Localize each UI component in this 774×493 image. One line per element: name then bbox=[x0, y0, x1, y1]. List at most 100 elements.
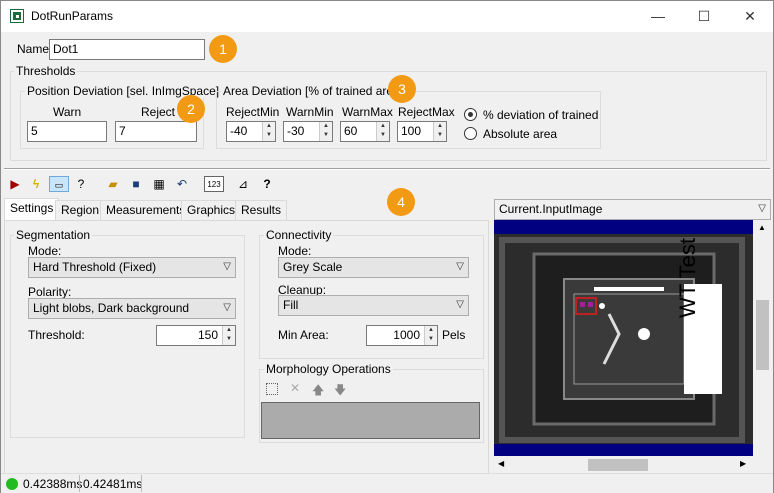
status-divider bbox=[79, 475, 80, 492]
vertical-scrollbar[interactable]: ▲ bbox=[754, 220, 771, 456]
seg-mode-select[interactable]: Hard Threshold (Fixed) ▽ bbox=[28, 257, 236, 278]
thresholds-label: Thresholds bbox=[14, 64, 78, 78]
spin-up-icon[interactable]: ▲ bbox=[263, 122, 275, 131]
arrow-up-icon[interactable]: 🡅 bbox=[312, 381, 324, 402]
status-time-1: 0.42388ms bbox=[23, 477, 83, 491]
reject-min-label: RejectMin bbox=[226, 105, 280, 119]
tab-graphics[interactable]: Graphics bbox=[181, 200, 242, 220]
copy-icon[interactable]: ▦ bbox=[151, 176, 167, 192]
radio-absolute-area-label: Absolute area bbox=[483, 127, 558, 141]
spin-buttons[interactable]: ▲ ▼ bbox=[222, 326, 235, 345]
name-input[interactable]: Dot1 bbox=[49, 39, 205, 60]
reject-min-value: -40 bbox=[230, 124, 248, 138]
window-title: DotRunParams bbox=[31, 9, 114, 23]
status-ok-icon bbox=[6, 478, 18, 490]
segmentation-label: Segmentation bbox=[14, 228, 93, 242]
arrow-down-icon[interactable]: 🡇 bbox=[334, 381, 346, 402]
image-source-select[interactable]: Current.InputImage ▽ bbox=[494, 199, 771, 220]
warn-min-label: WarnMin bbox=[286, 105, 334, 119]
tab-measurements[interactable]: Measurements bbox=[100, 200, 192, 220]
spin-up-icon[interactable]: ▲ bbox=[320, 122, 332, 131]
spin-down-icon[interactable]: ▼ bbox=[425, 335, 437, 344]
spin-buttons[interactable]: ▲ ▼ bbox=[262, 122, 275, 141]
scroll-thumb-vertical[interactable] bbox=[756, 300, 769, 370]
position-reject-input[interactable]: 7 bbox=[115, 121, 197, 142]
spin-down-icon[interactable]: ▼ bbox=[223, 335, 235, 344]
scroll-thumb-horizontal[interactable] bbox=[588, 459, 648, 471]
title-bar: DotRunParams — ☐ ✕ bbox=[1, 1, 773, 32]
close-button[interactable]: ✕ bbox=[727, 1, 773, 32]
separator bbox=[4, 168, 770, 170]
maximize-button[interactable]: ☐ bbox=[681, 1, 727, 32]
horizontal-scrollbar[interactable]: ◀ ▶ bbox=[494, 457, 753, 473]
add-operation-icon[interactable] bbox=[266, 383, 278, 395]
polarity-select[interactable]: Light blobs, Dark background ▽ bbox=[28, 298, 236, 319]
threshold-label: Threshold: bbox=[28, 328, 85, 342]
radio-absolute-area[interactable] bbox=[464, 127, 477, 140]
spin-down-icon[interactable]: ▼ bbox=[377, 131, 389, 140]
conn-mode-select[interactable]: Grey Scale ▽ bbox=[278, 257, 469, 278]
status-divider bbox=[141, 475, 142, 492]
help-icon[interactable]: ? bbox=[259, 176, 275, 192]
minimize-button[interactable]: — bbox=[635, 1, 681, 32]
spin-up-icon[interactable]: ▲ bbox=[377, 122, 389, 131]
settings-help-icon[interactable]: ? bbox=[73, 176, 89, 192]
radio-percent-deviation-label: % deviation of trained bbox=[483, 108, 599, 122]
callout-badge-4: 4 bbox=[387, 188, 415, 216]
morphology-list[interactable] bbox=[261, 402, 480, 439]
tab-results[interactable]: Results bbox=[235, 200, 288, 220]
pcb-image bbox=[494, 234, 753, 444]
cleanup-select[interactable]: Fill ▽ bbox=[278, 295, 469, 316]
scroll-up-icon[interactable]: ▲ bbox=[758, 223, 766, 232]
spin-buttons[interactable]: ▲ ▼ bbox=[319, 122, 332, 141]
warn-label: Warn bbox=[53, 105, 82, 119]
reject-min-spinner[interactable]: -40 ▲ ▼ bbox=[226, 121, 276, 142]
spin-down-icon[interactable]: ▼ bbox=[320, 131, 332, 140]
spin-up-icon[interactable]: ▲ bbox=[425, 326, 437, 335]
area-deviation-label: Area Deviation [% of trained area] bbox=[221, 84, 406, 98]
polarity-label: Polarity: bbox=[28, 285, 72, 299]
chevron-down-icon: ▽ bbox=[456, 261, 464, 272]
app-icon bbox=[10, 9, 24, 23]
spin-up-icon[interactable]: ▲ bbox=[434, 122, 446, 131]
scroll-right-icon[interactable]: ▶ bbox=[740, 459, 746, 468]
reject-max-spinner[interactable]: 100 ▲ ▼ bbox=[397, 121, 447, 142]
status-bar: 0.42388ms 0.42481ms bbox=[1, 473, 773, 493]
spin-up-icon[interactable]: ▲ bbox=[223, 326, 235, 335]
save-icon[interactable]: ■ bbox=[128, 176, 144, 192]
threshold-spinner[interactable]: 150 ▲ ▼ bbox=[156, 325, 236, 346]
lightning-icon[interactable]: ϟ bbox=[28, 176, 44, 192]
warn-min-value: -30 bbox=[287, 124, 305, 138]
display-toggle-icon[interactable]: ▭ bbox=[49, 176, 69, 192]
chevron-down-icon: ▽ bbox=[456, 299, 464, 310]
callout-badge-1: 1 bbox=[209, 35, 237, 63]
open-folder-icon[interactable]: ▰ bbox=[105, 176, 121, 192]
input-image-view[interactable]: WT Test bbox=[494, 234, 753, 444]
measure-icon[interactable]: ⊿ bbox=[235, 176, 251, 192]
reject-max-label: RejectMax bbox=[398, 105, 455, 119]
warn-max-label: WarnMax bbox=[342, 105, 393, 119]
seg-mode-label: Mode: bbox=[28, 244, 62, 258]
min-area-unit: Pels bbox=[442, 328, 466, 342]
spin-down-icon[interactable]: ▼ bbox=[263, 131, 275, 140]
spin-down-icon[interactable]: ▼ bbox=[434, 131, 446, 140]
connectivity-label: Connectivity bbox=[264, 228, 334, 242]
radio-percent-deviation[interactable] bbox=[464, 108, 477, 121]
spin-buttons[interactable]: ▲ ▼ bbox=[424, 326, 437, 345]
delete-icon[interactable]: ✕ bbox=[290, 381, 300, 395]
chevron-down-icon: ▽ bbox=[223, 261, 231, 272]
run-icon[interactable]: ▶ bbox=[7, 176, 23, 192]
polarity-value: Light blobs, Dark background bbox=[33, 301, 190, 315]
scroll-left-icon[interactable]: ◀ bbox=[498, 459, 504, 468]
warn-min-spinner[interactable]: -30 ▲ ▼ bbox=[283, 121, 333, 142]
undo-icon[interactable]: ↶ bbox=[174, 176, 190, 192]
numeric-icon[interactable]: 123 bbox=[204, 176, 224, 192]
tab-region[interactable]: Region bbox=[55, 200, 106, 220]
min-area-spinner[interactable]: 1000 ▲ ▼ bbox=[366, 325, 438, 346]
tab-settings[interactable]: Settings bbox=[4, 198, 60, 221]
chevron-down-icon: ▽ bbox=[223, 302, 231, 313]
spin-buttons[interactable]: ▲ ▼ bbox=[376, 122, 389, 141]
warn-max-spinner[interactable]: 60 ▲ ▼ bbox=[340, 121, 390, 142]
position-warn-input[interactable]: 5 bbox=[27, 121, 107, 142]
spin-buttons[interactable]: ▲ ▼ bbox=[433, 122, 446, 141]
